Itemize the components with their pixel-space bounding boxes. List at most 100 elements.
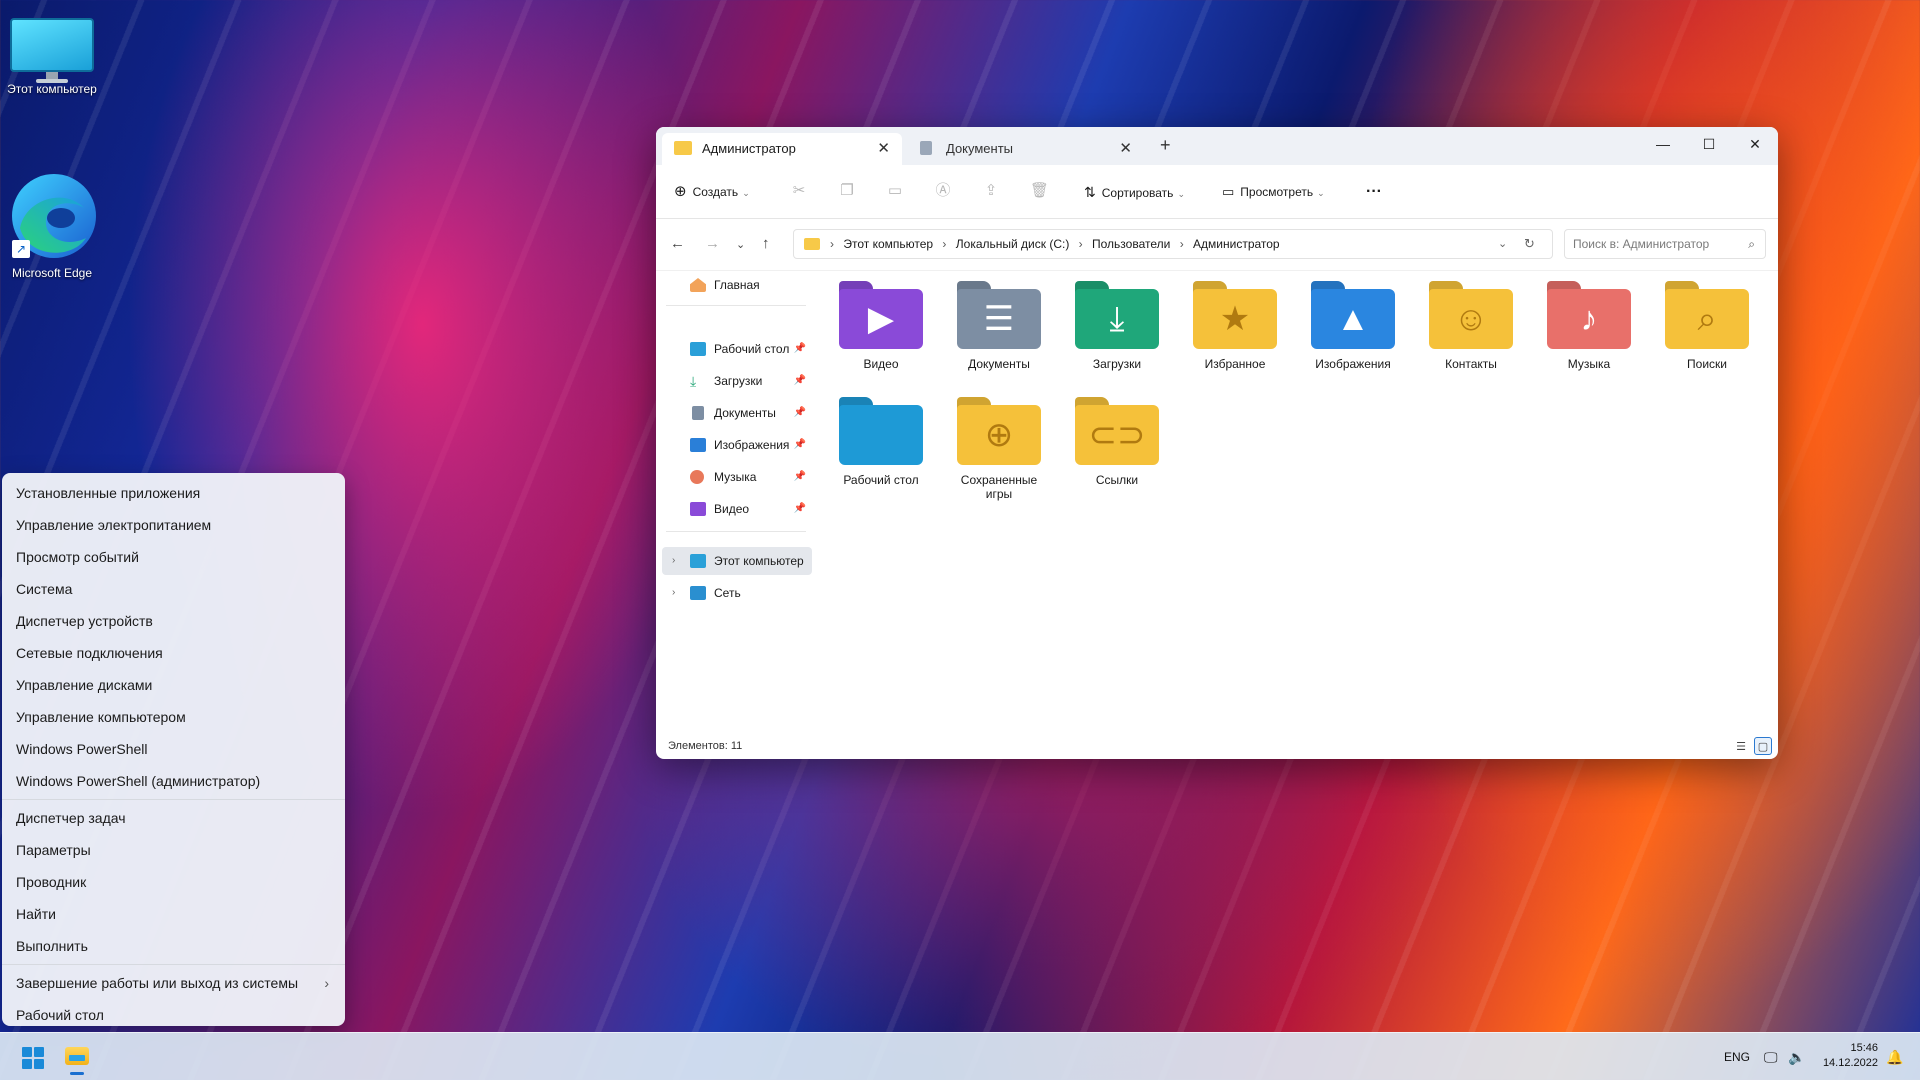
start-button[interactable] (12, 1039, 52, 1075)
more-options-button[interactable]: ··· (1366, 177, 1382, 207)
nav-item-music[interactable]: Музыка 📌 (662, 463, 812, 491)
folder-item[interactable]: Рабочий стол (826, 397, 936, 487)
folder-glyph-icon: ⊕ (984, 416, 1014, 454)
menu-item-settings[interactable]: Параметры (2, 834, 345, 866)
folder-item[interactable]: ⊕ Сохраненные игры (944, 397, 1054, 501)
menu-item-powershell-admin[interactable]: Windows PowerShell (администратор) (2, 765, 345, 797)
network-tray-icon[interactable]: 🖵 (1764, 1033, 1778, 1080)
up-arrow-icon[interactable]: ↑ (762, 235, 770, 252)
tab-administrator[interactable]: Администратор ✕ (662, 133, 902, 165)
desktop-icon-this-pc[interactable]: Этот компьютер (6, 4, 98, 96)
maximize-button[interactable]: ☐ (1686, 127, 1732, 161)
notifications-icon[interactable]: 🔔 (1886, 1033, 1903, 1080)
menu-item-search[interactable]: Найти (2, 898, 345, 930)
folder-item[interactable]: ▶ Видео (826, 281, 936, 371)
nav-item-home[interactable]: Главная (662, 271, 812, 299)
refresh-icon[interactable]: ↻ (1524, 230, 1535, 258)
folder-item[interactable]: ☰ Документы (944, 281, 1054, 371)
breadcrumb-users[interactable]: Пользователи (1092, 237, 1170, 251)
close-tab-icon[interactable]: ✕ (877, 133, 890, 165)
language-indicator[interactable]: ENG (1724, 1033, 1750, 1080)
menu-item-powershell[interactable]: Windows PowerShell (2, 733, 345, 765)
recent-chevron-icon[interactable]: ⌄ (736, 238, 745, 251)
close-window-button[interactable]: ✕ (1732, 127, 1778, 161)
breadcrumb-local-disk[interactable]: Локальный диск (C:) (956, 237, 1070, 251)
menu-item-shutdown-signout[interactable]: Завершение работы или выход из системы › (2, 967, 345, 999)
forward-arrow-icon[interactable]: → (705, 235, 720, 252)
nav-item-videos[interactable]: Видео 📌 (662, 495, 812, 523)
pin-icon: 📌 (793, 407, 806, 418)
nav-item-this-pc[interactable]: › Этот компьютер (662, 547, 812, 575)
copy-icon[interactable]: ❐ (838, 182, 856, 200)
share-icon[interactable]: ⇪ (982, 182, 1000, 200)
breadcrumb-administrator[interactable]: Администратор (1193, 237, 1280, 251)
close-tab-icon[interactable]: ✕ (1119, 133, 1132, 165)
nav-item-downloads[interactable]: ⤓ Загрузки 📌 (662, 367, 812, 395)
nav-item-network[interactable]: › Сеть (662, 579, 812, 607)
cut-icon[interactable]: ✂ (790, 182, 808, 200)
folder-item[interactable]: ★ Избранное (1180, 281, 1290, 371)
folder-glyph-icon: ▲ (1336, 300, 1370, 338)
folder-glyph-icon: ▶ (867, 300, 895, 338)
shortcut-arrow-icon: ↗ (12, 240, 30, 258)
menu-item-desktop[interactable]: Рабочий стол (2, 999, 345, 1031)
folder-item[interactable]: ☺ Контакты (1416, 281, 1526, 371)
create-button[interactable]: ⊕ Создать ⌄ (674, 177, 750, 207)
date: 14.12.2022 (1822, 1057, 1878, 1069)
folder-glyph-icon: ☰ (983, 300, 1015, 338)
sort-button[interactable]: ⇅ Сортировать ⌄ (1084, 177, 1185, 207)
nav-item-desktop[interactable]: Рабочий стол 📌 (662, 335, 812, 363)
menu-item-system[interactable]: Система (2, 573, 345, 605)
nav-item-pictures[interactable]: Изображения 📌 (662, 431, 812, 459)
new-tab-button[interactable]: + (1160, 135, 1171, 156)
menu-item-file-explorer[interactable]: Проводник (2, 866, 345, 898)
menu-item-run[interactable]: Выполнить (2, 930, 345, 962)
menu-item-task-manager[interactable]: Диспетчер задач (2, 802, 345, 834)
folder-icon (674, 141, 692, 155)
search-input[interactable]: Поиск в: Администратор ⌕ (1564, 229, 1766, 259)
breadcrumb-separator: › (830, 237, 834, 251)
view-switcher: ☰ ▢ (1728, 737, 1772, 755)
menu-item-event-viewer[interactable]: Просмотр событий (2, 541, 345, 573)
chevron-down-icon: ⌄ (1177, 189, 1185, 199)
menu-item-network-connections[interactable]: Сетевые подключения (2, 637, 345, 669)
paste-icon[interactable]: ▭ (886, 182, 904, 200)
folder-label: Документы (968, 357, 1030, 371)
pin-icon: 📌 (793, 503, 806, 514)
address-bar[interactable]: › Этот компьютер › Локальный диск (C:) ›… (793, 229, 1553, 259)
taskbar-file-explorer[interactable] (56, 1039, 96, 1075)
folder-label: Музыка (1567, 357, 1611, 371)
menu-item-power-options[interactable]: Управление электропитанием (2, 509, 345, 541)
address-history-chevron-icon[interactable]: ⌄ (1498, 230, 1507, 258)
clock[interactable]: 15:46 14.12.2022 (1808, 1041, 1878, 1071)
expand-chevron-icon[interactable]: › (672, 547, 675, 575)
folder-item[interactable]: ▲ Изображения (1298, 281, 1408, 371)
folder-item[interactable]: ♪ Музыка (1534, 281, 1644, 371)
folder-glyph-icon: ⌕ (1697, 300, 1717, 338)
address-row: ← → ⌄ ↑ › Этот компьютер › Локальный дис… (656, 219, 1778, 271)
menu-item-computer-management[interactable]: Управление компьютером (2, 701, 345, 733)
expand-chevron-icon[interactable]: › (672, 579, 675, 607)
desktop-icon-edge[interactable]: ↗ Microsoft Edge (6, 168, 98, 280)
menu-item-disk-management[interactable]: Управление дисками (2, 669, 345, 701)
back-arrow-icon[interactable]: ← (670, 235, 685, 252)
breadcrumb-this-pc[interactable]: Этот компьютер (843, 237, 933, 251)
view-button[interactable]: ▭ Просмотреть ⌄ (1222, 177, 1325, 207)
details-view-icon[interactable]: ☰ (1732, 738, 1750, 756)
folder-icon: ☺ (1429, 281, 1513, 349)
volume-icon[interactable]: 🔈 (1788, 1033, 1805, 1080)
menu-item-device-manager[interactable]: Диспетчер устройств (2, 605, 345, 637)
folder-item[interactable]: ⊂⊃ Ссылки (1062, 397, 1172, 487)
delete-icon[interactable]: 🗑 (1030, 182, 1049, 200)
minimize-button[interactable]: — (1640, 127, 1686, 161)
nav-item-documents[interactable]: Документы 📌 (662, 399, 812, 427)
menu-item-installed-apps[interactable]: Установленные приложения (2, 477, 345, 509)
folder-icon: ⤓ (1075, 281, 1159, 349)
tab-documents[interactable]: Документы ✕ (906, 133, 1144, 165)
breadcrumb-separator: › (942, 237, 947, 251)
folder-item[interactable]: ⌕ Поиски (1652, 281, 1762, 371)
folder-item[interactable]: ⤓ Загрузки (1062, 281, 1172, 371)
video-icon (690, 502, 706, 516)
rename-icon[interactable]: Ⓐ (934, 182, 952, 200)
large-icons-view-icon[interactable]: ▢ (1754, 737, 1772, 755)
